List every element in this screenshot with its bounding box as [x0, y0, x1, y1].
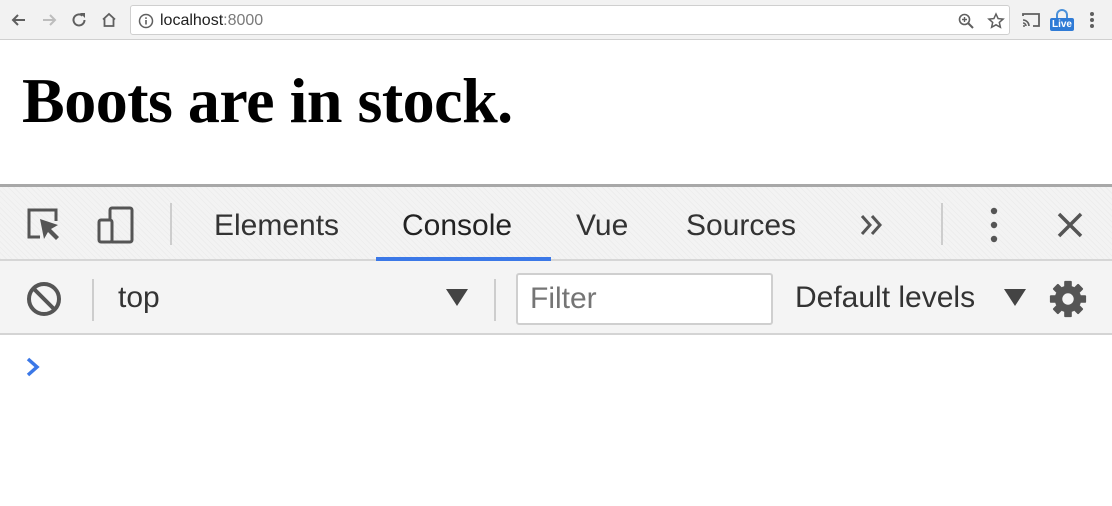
url-text: localhost:8000 — [160, 12, 263, 30]
console-output[interactable] — [0, 335, 1112, 506]
context-selector[interactable]: top — [118, 281, 160, 315]
inspect-cursor-icon — [27, 208, 59, 240]
forward-button[interactable] — [38, 9, 60, 31]
info-icon[interactable] — [137, 12, 155, 30]
inspect-element-button[interactable] — [24, 205, 64, 245]
reload-icon — [72, 13, 86, 27]
clear-console-button[interactable] — [24, 279, 64, 319]
url-host: localhost — [160, 12, 224, 29]
tab-sources[interactable]: Sources — [686, 187, 796, 259]
toolbar-divider — [170, 203, 172, 245]
close-icon — [1057, 212, 1083, 238]
console-prompt-chevron-icon — [26, 357, 40, 377]
device-toolbar-button[interactable] — [96, 205, 136, 245]
devtools-tab-bar: Elements Console Vue Sources — [0, 187, 1112, 261]
console-toolbar: top Default levels — [0, 261, 1112, 335]
devtools-panel: Elements Console Vue Sources top Default… — [0, 184, 1112, 506]
forward-arrow-icon — [43, 14, 57, 26]
browser-menu-button[interactable] — [1086, 9, 1098, 31]
browser-toolbar: localhost:8000 Live — [0, 0, 1112, 40]
context-dropdown-arrow-icon[interactable] — [446, 289, 468, 306]
levels-dropdown-arrow-icon[interactable] — [1004, 289, 1026, 306]
home-icon — [102, 12, 116, 27]
cast-button[interactable] — [1020, 9, 1042, 31]
toolbar-divider-right — [941, 203, 943, 245]
kebab-menu-icon — [1090, 12, 1094, 28]
tab-console[interactable]: Console — [402, 187, 512, 259]
gear-icon — [1049, 280, 1087, 318]
url-port: :8000 — [223, 12, 264, 29]
cast-icon — [1022, 13, 1040, 27]
clear-console-icon — [27, 282, 61, 316]
console-settings-button[interactable] — [1048, 279, 1088, 319]
console-divider-2 — [494, 279, 496, 321]
home-button[interactable] — [98, 9, 120, 31]
tab-vue[interactable]: Vue — [576, 187, 628, 259]
live-badge-icon: Live — [1050, 9, 1074, 31]
live-extension-button[interactable]: Live — [1050, 9, 1074, 31]
back-button[interactable] — [8, 9, 30, 31]
back-arrow-icon — [11, 14, 25, 26]
address-bar[interactable]: localhost:8000 — [130, 5, 1010, 35]
live-badge-label: Live — [1050, 18, 1074, 31]
double-chevron-right-icon — [860, 215, 883, 235]
tab-elements[interactable]: Elements — [214, 187, 339, 259]
devtools-menu-button[interactable] — [974, 205, 1014, 245]
console-divider — [92, 279, 94, 321]
close-devtools-button[interactable] — [1050, 205, 1090, 245]
console-filter-input[interactable] — [516, 273, 773, 325]
more-tabs-button[interactable] — [852, 205, 892, 245]
zoom-icon[interactable] — [957, 12, 975, 30]
device-mode-icon — [97, 206, 134, 244]
bookmark-star-icon[interactable] — [987, 12, 1005, 30]
vertical-dots-icon — [990, 207, 998, 243]
page-heading: Boots are in stock. — [22, 65, 513, 136]
reload-button[interactable] — [68, 9, 90, 31]
log-levels-dropdown[interactable]: Default levels — [795, 281, 975, 315]
